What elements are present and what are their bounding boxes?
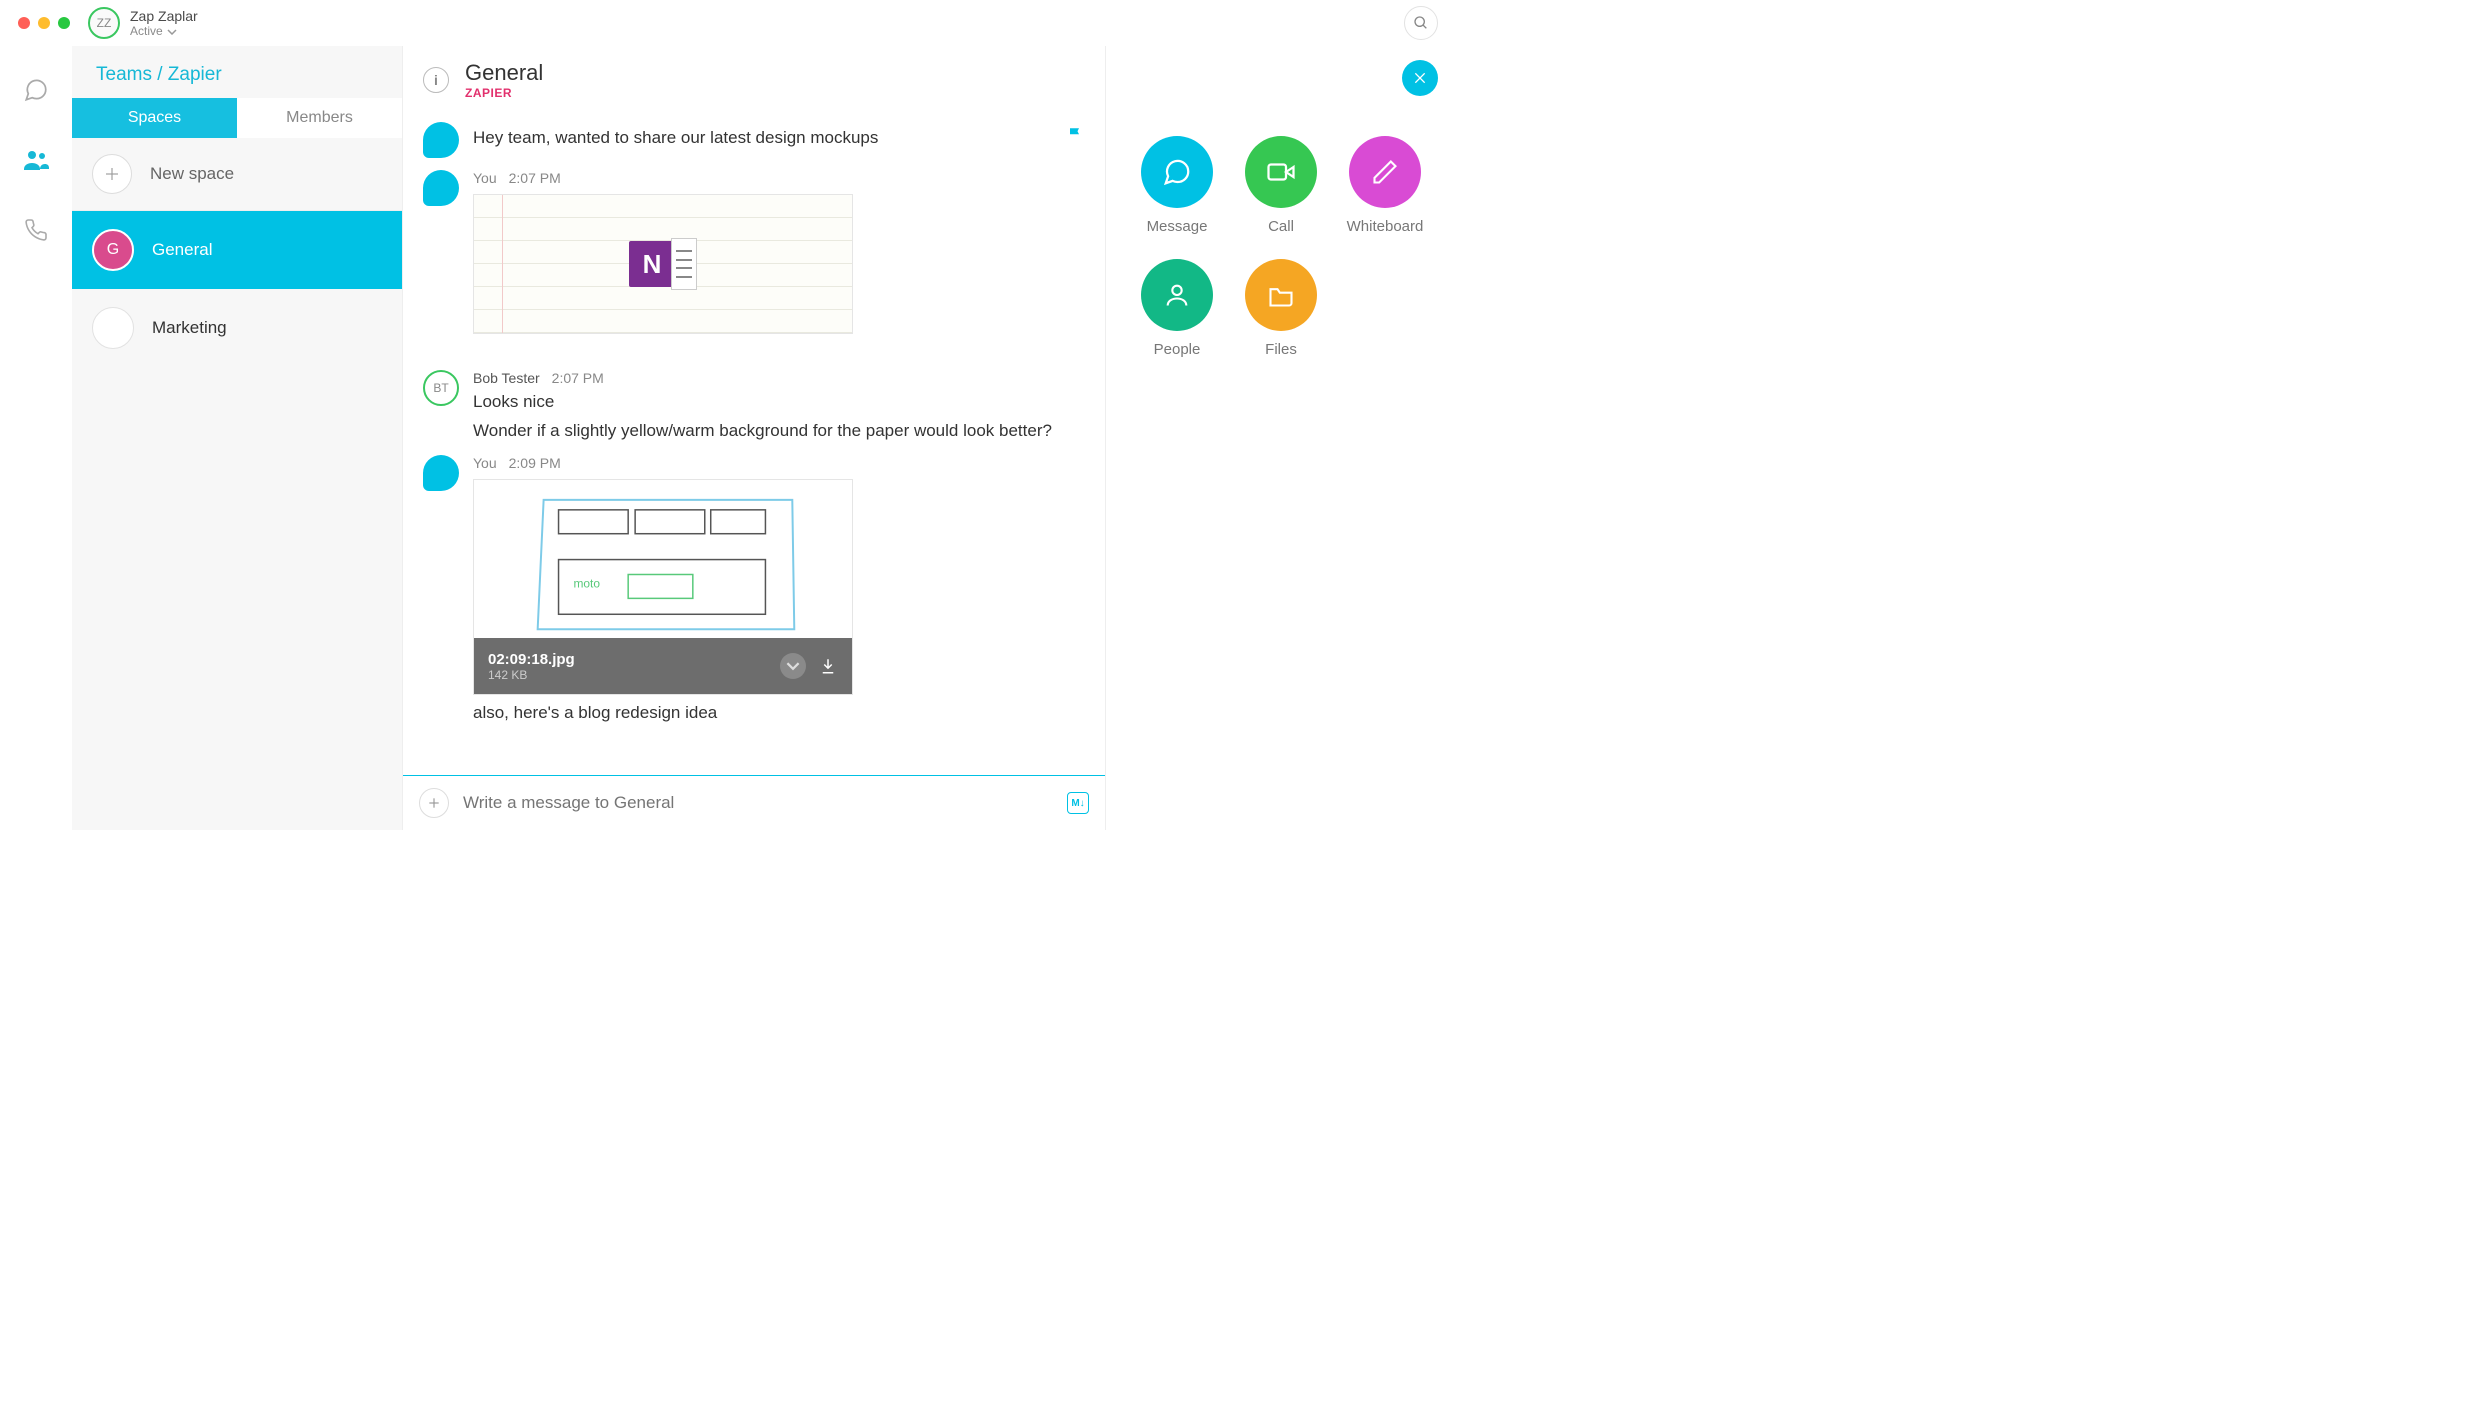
svg-text:moto: moto bbox=[573, 577, 600, 591]
chat-title: General bbox=[465, 60, 543, 86]
download-button[interactable] bbox=[818, 656, 838, 676]
nav-calls[interactable] bbox=[20, 214, 52, 246]
file-name: 02:09:18.jpg bbox=[488, 651, 768, 668]
folder-icon bbox=[1267, 281, 1295, 309]
space-item-marketing[interactable]: ✱ Marketing bbox=[72, 289, 402, 367]
titlebar: ZZ Zap Zaplar Active bbox=[0, 0, 1456, 46]
compose-input[interactable] bbox=[463, 793, 1053, 813]
right-panel: Message Call Whiteboard bbox=[1106, 46, 1456, 830]
sidebar-tabs: Spaces Members bbox=[72, 98, 402, 138]
user-status[interactable]: Active bbox=[130, 24, 198, 38]
new-space-button[interactable]: New space bbox=[72, 138, 402, 211]
chat-icon bbox=[23, 77, 49, 103]
window-controls bbox=[18, 17, 70, 29]
message-sender: You bbox=[473, 455, 497, 471]
chevron-down-icon bbox=[167, 24, 177, 38]
file-bar: 02:09:18.jpg 142 KB bbox=[474, 638, 852, 694]
message-avatar-bob: BT bbox=[423, 370, 459, 406]
sidebar: Teams / Zapier Spaces Members New space … bbox=[72, 46, 402, 830]
composer: M↓ bbox=[403, 775, 1105, 830]
markdown-toggle[interactable]: M↓ bbox=[1067, 792, 1089, 814]
flag-icon[interactable] bbox=[1067, 126, 1085, 144]
action-call[interactable]: Call bbox=[1234, 136, 1328, 235]
message-row: BT Bob Tester 2:07 PM Looks nice Wonder … bbox=[423, 370, 1085, 443]
message-list[interactable]: Hey team, wanted to share our latest des… bbox=[403, 110, 1105, 775]
message-time: 2:09 PM bbox=[509, 455, 561, 471]
action-label: Message bbox=[1147, 218, 1208, 235]
pencil-icon bbox=[1371, 158, 1399, 186]
message-time: 2:07 PM bbox=[509, 170, 561, 186]
person-icon bbox=[1163, 281, 1191, 309]
tab-members[interactable]: Members bbox=[237, 98, 402, 138]
onenote-icon: N bbox=[629, 238, 697, 290]
action-message[interactable]: Message bbox=[1130, 136, 1224, 235]
chevron-down-icon bbox=[786, 659, 800, 673]
message-avatar-you bbox=[423, 455, 459, 491]
action-label: Whiteboard bbox=[1347, 218, 1424, 235]
chat-header: i General ZAPIER bbox=[403, 46, 1105, 110]
chat-icon bbox=[1162, 157, 1192, 187]
plus-icon bbox=[427, 796, 441, 810]
tab-spaces[interactable]: Spaces bbox=[72, 98, 237, 138]
info-icon[interactable]: i bbox=[423, 67, 449, 93]
message-avatar-you bbox=[423, 122, 459, 158]
action-label: Call bbox=[1268, 218, 1294, 235]
attachment-onenote[interactable]: N bbox=[473, 194, 853, 334]
message-row: You 2:09 PM mot bbox=[423, 455, 1085, 726]
close-panel-button[interactable] bbox=[1402, 60, 1438, 96]
message-time: 2:07 PM bbox=[552, 370, 604, 386]
close-icon bbox=[1412, 70, 1428, 86]
people-icon bbox=[22, 149, 50, 171]
chat-panel: i General ZAPIER Hey team, wanted to sha… bbox=[402, 46, 1106, 830]
message-row: You 2:07 PM N bbox=[423, 170, 1085, 334]
message-row: Hey team, wanted to share our latest des… bbox=[423, 122, 1085, 158]
space-label: Marketing bbox=[152, 318, 227, 338]
action-whiteboard[interactable]: Whiteboard bbox=[1338, 136, 1432, 235]
chat-subtitle: ZAPIER bbox=[465, 86, 543, 100]
user-avatar: ZZ bbox=[88, 7, 120, 39]
breadcrumb[interactable]: Teams / Zapier bbox=[72, 46, 402, 98]
message-text: also, here's a blog redesign idea bbox=[473, 701, 1085, 726]
maximize-window-dot[interactable] bbox=[58, 17, 70, 29]
nav-rail bbox=[0, 46, 72, 830]
message-sender: You bbox=[473, 170, 497, 186]
nav-teams[interactable] bbox=[20, 144, 52, 176]
plus-icon bbox=[92, 154, 132, 194]
space-avatar: G bbox=[92, 229, 134, 271]
search-icon bbox=[1413, 15, 1429, 31]
user-name: Zap Zaplar bbox=[130, 8, 198, 24]
message-text: Wonder if a slightly yellow/warm backgro… bbox=[473, 419, 1085, 444]
download-icon bbox=[819, 657, 837, 675]
message-text: Looks nice bbox=[473, 390, 1085, 415]
close-window-dot[interactable] bbox=[18, 17, 30, 29]
attachment-sketch[interactable]: moto 02:09:18.jpg 142 KB bbox=[473, 479, 853, 695]
file-size: 142 KB bbox=[488, 668, 768, 682]
message-avatar-you bbox=[423, 170, 459, 206]
space-avatar: ✱ bbox=[92, 307, 134, 349]
space-label: General bbox=[152, 240, 212, 260]
action-label: People bbox=[1154, 341, 1201, 358]
file-options-button[interactable] bbox=[780, 653, 806, 679]
action-files[interactable]: Files bbox=[1234, 259, 1328, 358]
action-label: Files bbox=[1265, 341, 1297, 358]
space-item-general[interactable]: G General bbox=[72, 211, 402, 289]
phone-icon bbox=[24, 218, 48, 242]
video-icon bbox=[1266, 157, 1296, 187]
message-text: Hey team, wanted to share our latest des… bbox=[473, 126, 1053, 151]
new-space-label: New space bbox=[150, 164, 234, 184]
current-user-chip[interactable]: ZZ Zap Zaplar Active bbox=[88, 7, 198, 39]
search-button[interactable] bbox=[1404, 6, 1438, 40]
message-sender: Bob Tester bbox=[473, 370, 540, 386]
compose-add-button[interactable] bbox=[419, 788, 449, 818]
nav-messages[interactable] bbox=[20, 74, 52, 106]
minimize-window-dot[interactable] bbox=[38, 17, 50, 29]
action-people[interactable]: People bbox=[1130, 259, 1224, 358]
